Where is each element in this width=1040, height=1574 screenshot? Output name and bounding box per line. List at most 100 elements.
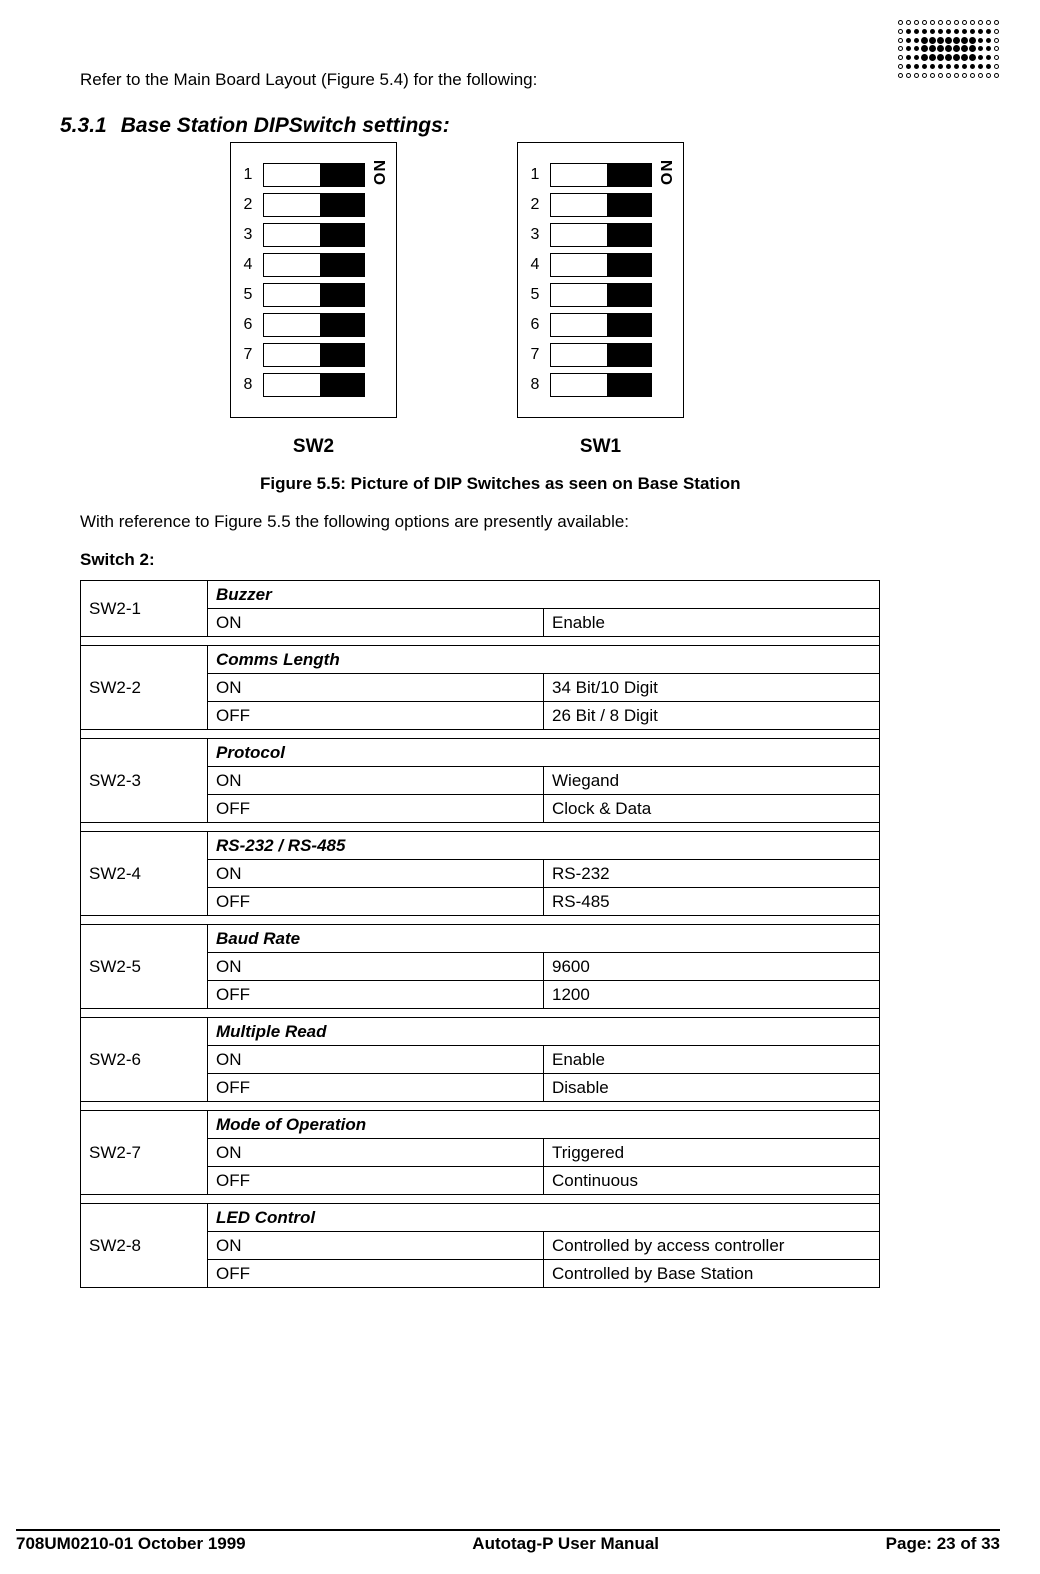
dip-switch-row: 3 xyxy=(528,223,661,247)
dip-switch-row: 6 xyxy=(528,313,661,337)
dip-switch-knob xyxy=(607,224,651,246)
switch-state-cell: ON xyxy=(208,953,544,981)
switch-state-cell: ON xyxy=(208,767,544,795)
figure-caption: Figure 5.5: Picture of DIP Switches as s… xyxy=(260,474,980,494)
dip-sw2-outline: ON 1 2 3 4 5 6 7 8 xyxy=(230,142,397,418)
dip-switch-slot xyxy=(550,283,652,307)
switch-id-cell: SW2-8 xyxy=(81,1204,208,1288)
spacer-cell xyxy=(81,637,880,646)
switch-id-cell: SW2-4 xyxy=(81,832,208,916)
dip-switch-number: 4 xyxy=(528,256,542,274)
switch-state-cell: OFF xyxy=(208,1074,544,1102)
options-paragraph: With reference to Figure 5.5 the followi… xyxy=(80,512,980,532)
switch-desc-cell: 1200 xyxy=(544,981,880,1009)
dip-switch-row: 4 xyxy=(528,253,661,277)
switch-desc-cell: Enable xyxy=(544,1046,880,1074)
dip-switch-number: 5 xyxy=(241,286,255,304)
spacer-cell xyxy=(81,1195,880,1204)
switch-desc-cell: 9600 xyxy=(544,953,880,981)
dip-switch-slot xyxy=(550,373,652,397)
switch-state-cell: ON xyxy=(208,1232,544,1260)
dip-switch-slot xyxy=(263,163,365,187)
dip-switch-figure: ON 12345678 SW2 ON 12345678 SW1 xyxy=(230,142,980,458)
switch2-heading: Switch 2: xyxy=(80,550,980,570)
switch-desc-cell: Continuous xyxy=(544,1167,880,1195)
dip-sw1-outline: ON 12345678 xyxy=(517,142,684,418)
page-footer: 708UM0210-01 October 1999 Autotag-P User… xyxy=(16,1529,1000,1554)
switch-desc-cell: RS-485 xyxy=(544,888,880,916)
spacer-cell xyxy=(81,916,880,925)
switch-id-cell: SW2-7 xyxy=(81,1111,208,1195)
dip-on-label: ON xyxy=(372,159,390,185)
dip-switch-row: 5 xyxy=(241,283,374,307)
switch-title-cell: LED Control xyxy=(208,1204,880,1232)
dip-block-sw1: ON 12345678 SW1 xyxy=(517,142,684,458)
section-heading: 5.3.1 Base Station DIPSwitch settings: xyxy=(60,114,980,138)
dip-switch-knob xyxy=(320,344,364,366)
dip-sw1-name: SW1 xyxy=(580,436,621,458)
dip-switch-number: 1 xyxy=(241,166,255,184)
dip-switch-slot xyxy=(550,223,652,247)
switch-state-cell: ON xyxy=(208,860,544,888)
dip-switch-slot xyxy=(263,193,365,217)
switch-id-cell: SW2-5 xyxy=(81,925,208,1009)
dip-switch-knob xyxy=(607,284,651,306)
switch-state-cell: OFF xyxy=(208,1260,544,1288)
switch-desc-cell: Clock & Data xyxy=(544,795,880,823)
dip-switch-knob xyxy=(320,194,364,216)
switch-state-cell: OFF xyxy=(208,795,544,823)
switch-state-cell: ON xyxy=(208,1139,544,1167)
switch-id-cell: SW2-6 xyxy=(81,1018,208,1102)
dip-switch-slot xyxy=(263,253,365,277)
spacer-cell xyxy=(81,730,880,739)
section-title: Base Station DIPSwitch settings: xyxy=(121,114,450,138)
dip-switch-row: 7 xyxy=(528,343,661,367)
dip-switch-number: 5 xyxy=(528,286,542,304)
dip-switch-row: 8 xyxy=(528,373,661,397)
switch-desc-cell: Disable xyxy=(544,1074,880,1102)
switch-desc-cell: Enable xyxy=(544,609,880,637)
dip-switch-number: 4 xyxy=(241,256,255,274)
dip-switch-number: 2 xyxy=(241,196,255,214)
dip-switch-row: 4 xyxy=(241,253,374,277)
dip-switch-slot xyxy=(550,343,652,367)
dip-switch-slot xyxy=(550,193,652,217)
switch-title-cell: Buzzer xyxy=(208,581,880,609)
dip-switch-knob xyxy=(320,164,364,186)
dip-switch-slot xyxy=(550,163,652,187)
dip-switch-row: 7 xyxy=(241,343,374,367)
dip-switch-knob xyxy=(320,224,364,246)
dip-switch-knob xyxy=(607,164,651,186)
dip-switch-row: 5 xyxy=(528,283,661,307)
switch-id-cell: SW2-1 xyxy=(81,581,208,637)
dip-switch-knob xyxy=(320,374,364,396)
dip-switch-number: 3 xyxy=(528,226,542,244)
switch-desc-cell: 26 Bit / 8 Digit xyxy=(544,702,880,730)
switch-state-cell: ON xyxy=(208,674,544,702)
footer-center: Autotag-P User Manual xyxy=(472,1534,659,1554)
dip-switch-number: 3 xyxy=(241,226,255,244)
dip-switch-row: 6 xyxy=(241,313,374,337)
footer-right: Page: 23 of 33 xyxy=(886,1534,1000,1554)
switch-desc-cell: Controlled by Base Station xyxy=(544,1260,880,1288)
section-number: 5.3.1 xyxy=(60,114,107,138)
dip-switch-row: 1 xyxy=(241,163,374,187)
dip-switch-slot xyxy=(263,283,365,307)
switch-title-cell: Protocol xyxy=(208,739,880,767)
dip-switch-slot xyxy=(550,253,652,277)
switch-desc-cell: Triggered xyxy=(544,1139,880,1167)
dip-switch-number: 6 xyxy=(528,316,542,334)
switch-desc-cell: Wiegand xyxy=(544,767,880,795)
dip-switch-number: 1 xyxy=(528,166,542,184)
dip-switch-number: 8 xyxy=(528,376,542,394)
switch-title-cell: RS-232 / RS-485 xyxy=(208,832,880,860)
dip-switch-slot xyxy=(263,313,365,337)
switch-desc-cell: Controlled by access controller xyxy=(544,1232,880,1260)
dip-switch-row: 1 xyxy=(528,163,661,187)
dip-switch-row: 3 xyxy=(241,223,374,247)
dip-switch-number: 2 xyxy=(528,196,542,214)
switch-state-cell: OFF xyxy=(208,888,544,916)
switch-state-cell: OFF xyxy=(208,981,544,1009)
dip-switch-number: 8 xyxy=(241,376,255,394)
dip-switch-slot xyxy=(263,373,365,397)
